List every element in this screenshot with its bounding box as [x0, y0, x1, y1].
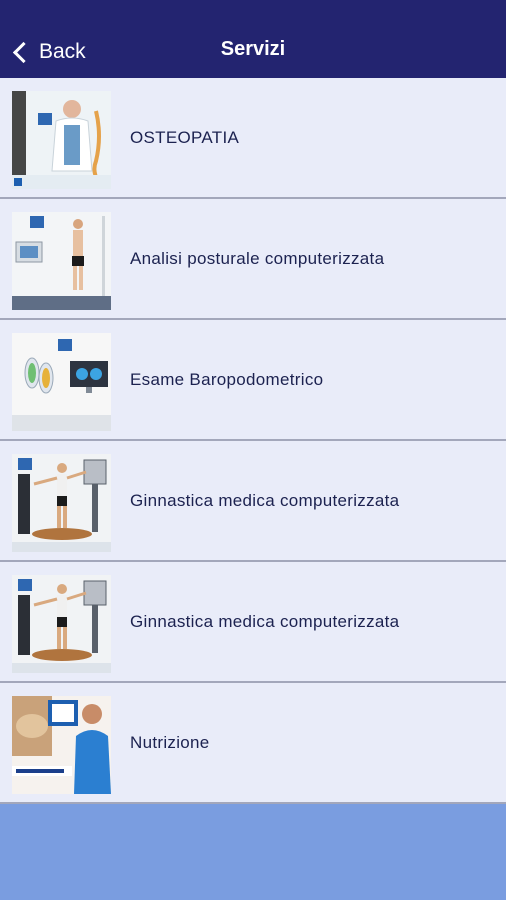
list-item-ginnastica-medica-1[interactable]: Ginnastica medica computerizzata — [0, 441, 506, 562]
service-label: Nutrizione — [130, 732, 210, 752]
list-item-ginnastica-medica-2[interactable]: Ginnastica medica computerizzata — [0, 562, 506, 683]
posture-analysis-thumbnail — [12, 212, 111, 310]
list-item-osteopatia[interactable]: OSTEOPATIA — [0, 78, 506, 199]
baropodometric-thumbnail — [12, 333, 111, 431]
list-item-analisi-posturale[interactable]: Analisi posturale computerizzata — [0, 199, 506, 320]
services-list: OSTEOPATIA Analisi posturale computerizz… — [0, 78, 506, 804]
service-label: Ginnastica medica computerizzata — [130, 611, 400, 631]
nutrition-thumbnail — [12, 696, 111, 794]
service-label: Ginnastica medica computerizzata — [130, 490, 400, 510]
service-label: Esame Baropodometrico — [130, 369, 324, 389]
medical-gym-thumbnail — [12, 454, 111, 552]
osteopathy-thumbnail — [12, 91, 111, 189]
list-item-nutrizione[interactable]: Nutrizione — [0, 683, 506, 804]
list-item-esame-baropodometrico[interactable]: Esame Baropodometrico — [0, 320, 506, 441]
service-label: Analisi posturale computerizzata — [130, 248, 385, 268]
footer-area — [0, 805, 506, 900]
medical-gym-thumbnail — [12, 575, 111, 673]
page-title: Servizi — [220, 38, 286, 60]
service-label: OSTEOPATIA — [130, 127, 240, 147]
navigation-bar: Back Servizi — [0, 0, 506, 78]
